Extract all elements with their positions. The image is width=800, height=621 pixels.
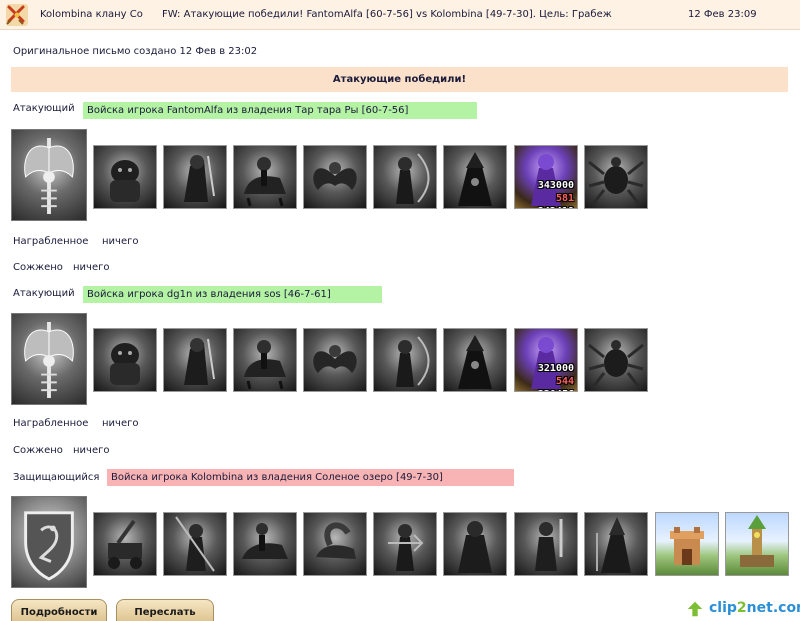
unit-horseman[interactable]: [233, 512, 297, 576]
unit-golem[interactable]: [93, 145, 157, 209]
battle-result-banner: Атакующие победили!: [11, 67, 788, 92]
logo-part: 2: [736, 600, 747, 616]
unit-losses: 544: [555, 376, 574, 387]
clip2net-watermark: clip2net.com: [683, 599, 800, 619]
unit-cavalry[interactable]: [233, 145, 297, 209]
unit-wizard[interactable]: [584, 512, 648, 576]
loot-label: Награбленное: [13, 236, 89, 247]
unit-remaining: 320456: [538, 389, 574, 391]
forward-button[interactable]: Переслать: [116, 599, 214, 621]
message-header: Kolombina клану Co FW: Атакующие победил…: [0, 0, 800, 30]
unit-pikeman[interactable]: [163, 512, 227, 576]
unit-losses: 581: [555, 193, 574, 204]
building-tower[interactable]: [725, 512, 789, 576]
army-role: Защищающийся: [13, 472, 100, 483]
original-note: Оригинальное письмо создано 12 Фев в 23:…: [13, 46, 258, 57]
message-date: 12 Фев 23:09: [688, 9, 757, 20]
unit-swordsman[interactable]: [514, 512, 578, 576]
hero-portrait[interactable]: [11, 129, 87, 221]
hero-portrait[interactable]: [11, 313, 87, 405]
unit-monk[interactable]: [443, 512, 507, 576]
logo-part: net.com: [746, 600, 800, 616]
unit-dark-mage[interactable]: [443, 328, 507, 392]
unit-crossbowman[interactable]: [373, 512, 437, 576]
unit-griffin[interactable]: [303, 145, 367, 209]
unit-count: 321000: [537, 363, 574, 374]
burned-label: Сожжено: [13, 262, 63, 273]
unit-remaining: 342419: [538, 206, 574, 208]
unit-cavalry[interactable]: [233, 328, 297, 392]
unit-griffin[interactable]: [303, 328, 367, 392]
unit-spider[interactable]: [584, 328, 648, 392]
army-role: Атакующий: [13, 288, 75, 299]
unit-pegasus[interactable]: [303, 512, 367, 576]
unit-archer[interactable]: [373, 328, 437, 392]
loot-value: ничего: [102, 418, 139, 429]
army-role: Атакующий: [13, 103, 75, 114]
sender: Kolombina клану Co: [40, 9, 143, 20]
burned-label: Сожжено: [13, 445, 63, 456]
army-title: Войска игрока dg1n из владения sos [46-7…: [83, 286, 382, 303]
unit-knight[interactable]: [163, 145, 227, 209]
army-title: Войска игрока FantomAlfa из владения Тар…: [83, 102, 477, 119]
army-title: Войска игрока Kolombina из владения Соле…: [107, 469, 514, 486]
clip2net-logo-text: clip2net.com: [709, 600, 800, 616]
message-subject: FW: Атакующие победили! FantomAlfa [60-7…: [162, 9, 612, 20]
upload-arrow-icon: [687, 601, 703, 617]
unit-golem[interactable]: [93, 328, 157, 392]
logo-part: clip: [709, 600, 737, 616]
unit-catapult[interactable]: [93, 512, 157, 576]
unit-knight[interactable]: [163, 328, 227, 392]
swords-icon: [6, 4, 28, 26]
unit-sorcerer[interactable]: 321000 544 320456: [514, 328, 578, 392]
shield-portrait[interactable]: [11, 496, 87, 588]
burned-value: ничего: [73, 262, 110, 273]
unit-dark-mage[interactable]: [443, 145, 507, 209]
loot-value: ничего: [102, 236, 139, 247]
unit-count: 343000: [537, 180, 574, 191]
unit-spider[interactable]: [584, 145, 648, 209]
unit-sorcerer[interactable]: 343000 581 342419: [514, 145, 578, 209]
loot-label: Награбленное: [13, 418, 89, 429]
burned-value: ничего: [73, 445, 110, 456]
unit-archer[interactable]: [373, 145, 437, 209]
building-castle[interactable]: [655, 512, 719, 576]
details-button[interactable]: Подробности: [11, 599, 107, 621]
